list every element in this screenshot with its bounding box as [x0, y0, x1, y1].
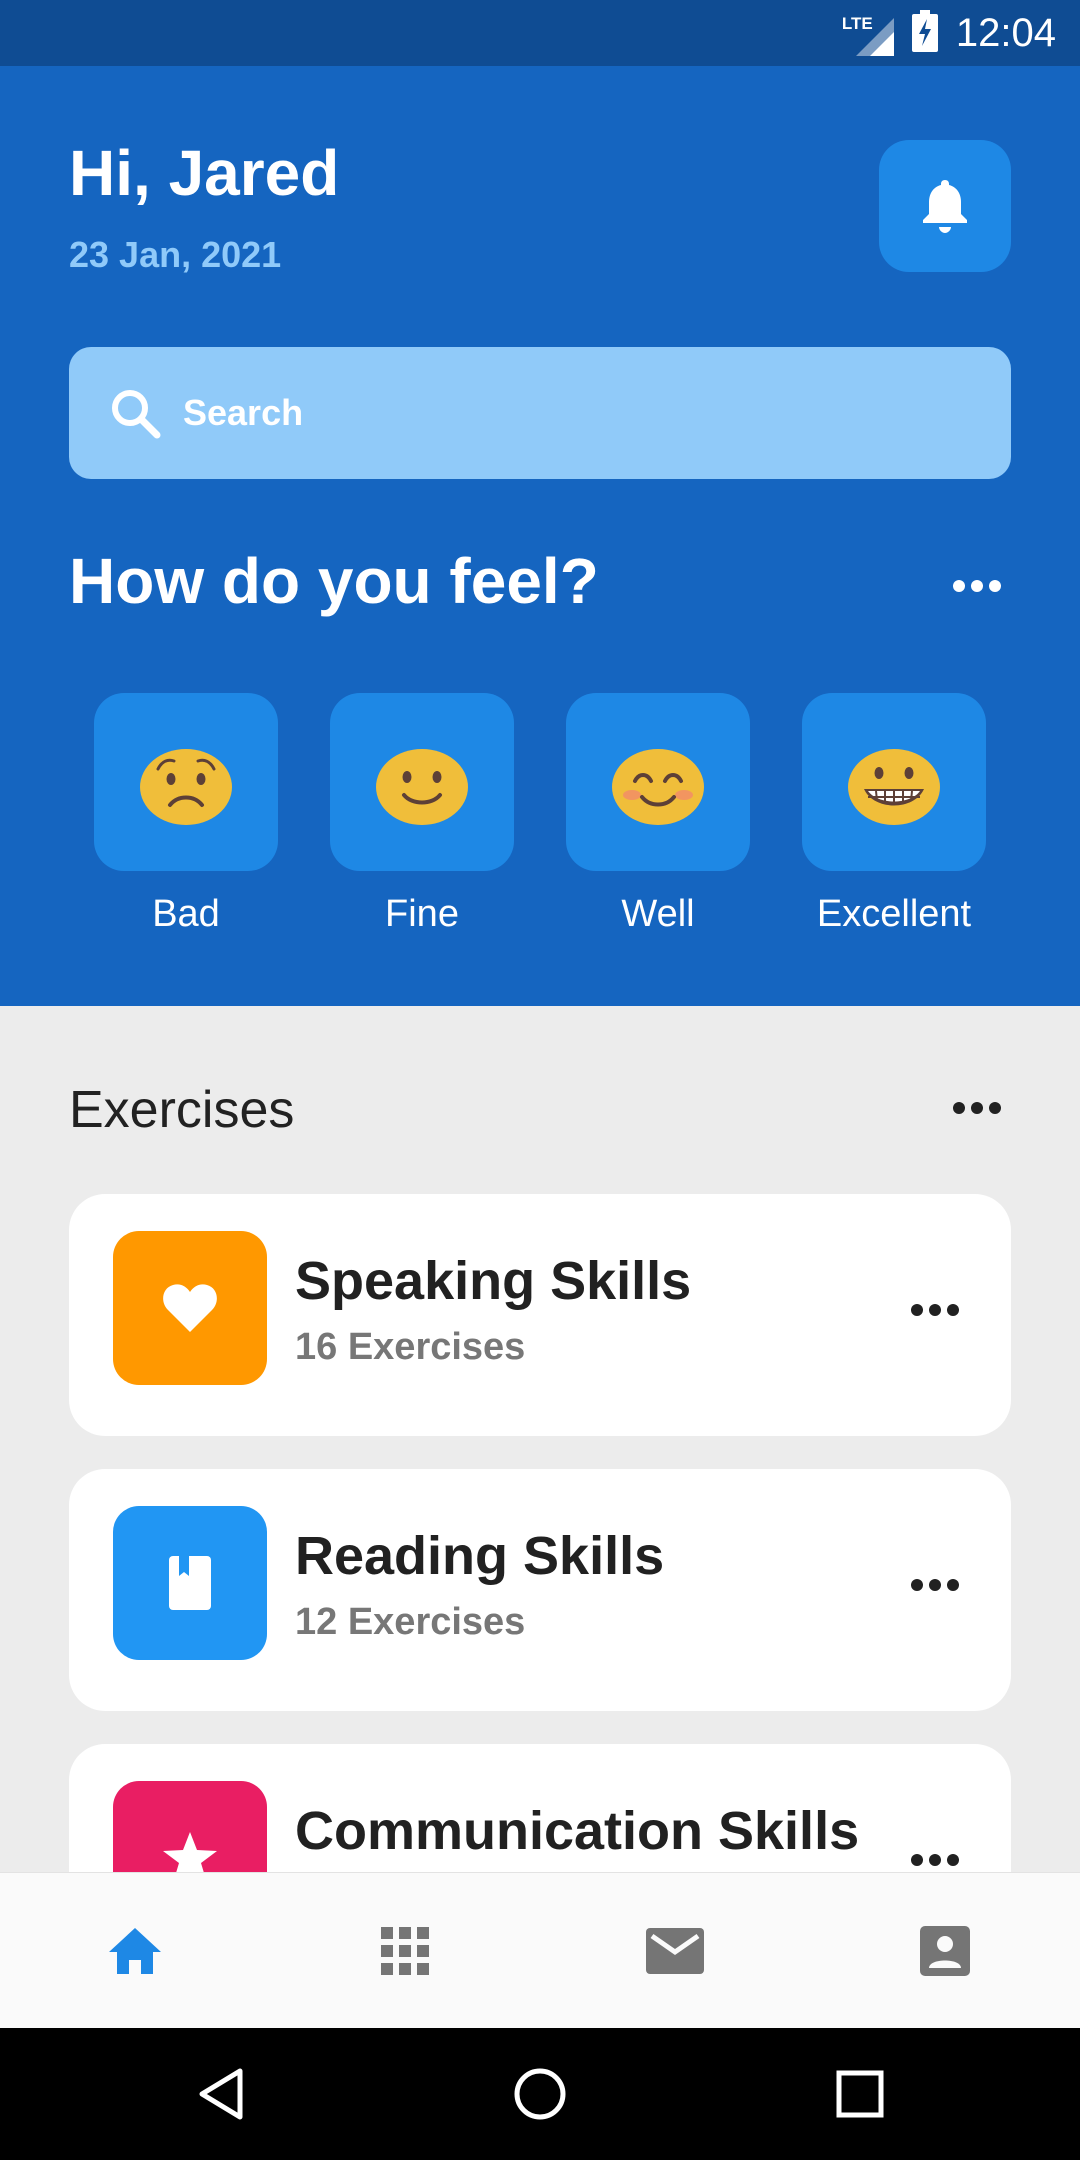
heart-icon [163, 1284, 217, 1332]
exercise-title: Speaking Skills [295, 1251, 692, 1311]
nav-profile[interactable] [885, 1873, 1005, 2029]
search-icon [112, 390, 161, 439]
nav-home[interactable] [75, 1873, 195, 2029]
more-options-icon[interactable] [952, 576, 1002, 596]
recents-icon [836, 2070, 884, 2118]
book-icon [169, 1556, 211, 1610]
signal-icon: LTE [842, 10, 894, 56]
header: Hi, Jared 23 Jan, 2021 Search How do you… [0, 66, 1080, 1006]
more-options-icon[interactable] [910, 1300, 960, 1320]
greeting-title: Hi, Jared [69, 137, 340, 209]
mood-button[interactable] [330, 693, 514, 871]
mood-button[interactable] [802, 693, 986, 871]
system-navigation-bar [0, 2028, 1080, 2160]
search-input[interactable]: Search [69, 347, 1011, 479]
date-label: 23 Jan, 2021 [69, 234, 282, 275]
clock: 12:04 [955, 10, 1056, 55]
battery-charging-icon [911, 9, 938, 57]
mood-option-well[interactable]: Well [566, 693, 750, 936]
exercise-card-reading[interactable]: Reading Skills 12 Exercises [69, 1469, 1011, 1711]
exercises-section-title: Exercises [69, 1081, 295, 1139]
notifications-button[interactable] [879, 140, 1011, 272]
mood-label: Fine [385, 893, 459, 935]
exercise-icon-badge [113, 1506, 267, 1660]
exercise-icon-badge [113, 1231, 267, 1385]
back-button[interactable] [161, 2028, 281, 2160]
mood-option-fine[interactable]: Fine [330, 693, 514, 936]
mood-option-excellent[interactable]: Excellent [802, 693, 986, 936]
mood-option-bad[interactable]: Bad [94, 693, 278, 936]
slight-smile-face-icon [376, 749, 468, 825]
mood-label: Excellent [816, 893, 972, 935]
more-options-icon[interactable] [910, 1850, 960, 1870]
back-icon [199, 2068, 243, 2120]
mood-button[interactable] [94, 693, 278, 871]
exercise-card-speaking[interactable]: Speaking Skills 16 Exercises [69, 1194, 1011, 1436]
more-options-icon[interactable] [952, 1098, 1002, 1118]
exercise-count: 12 Exercises [295, 1601, 526, 1643]
nav-apps[interactable] [345, 1873, 465, 2029]
mood-label: Bad [152, 893, 220, 935]
grin-face-icon [848, 749, 940, 825]
recents-button[interactable] [800, 2028, 920, 2160]
mood-label: Well [621, 893, 695, 935]
search-placeholder: Search [183, 392, 304, 433]
home-icon [109, 1928, 161, 1974]
more-options-icon[interactable] [910, 1575, 960, 1595]
nav-messages[interactable] [615, 1873, 735, 2029]
mood-section-title: How do you feel? [69, 545, 599, 617]
contact-icon [920, 1926, 970, 1976]
status-bar: LTE 12:04 [0, 0, 1080, 66]
mood-button[interactable] [566, 693, 750, 871]
home-circle-icon [514, 2068, 566, 2120]
mail-icon [646, 1928, 704, 1974]
blush-smile-face-icon [612, 749, 704, 825]
mood-selector: Bad Fine Well Excellent [94, 693, 986, 1013]
exercise-count: 16 Exercises [295, 1326, 526, 1368]
home-button[interactable] [480, 2028, 600, 2160]
exercise-title: Communication Skills [295, 1801, 860, 1861]
exercise-title: Reading Skills [295, 1526, 665, 1586]
sad-face-icon [140, 749, 232, 825]
status-icons: LTE 12:04 [842, 0, 1056, 66]
bell-icon [923, 180, 967, 233]
apps-grid-icon [381, 1927, 429, 1975]
bottom-navigation [0, 1872, 1080, 2028]
